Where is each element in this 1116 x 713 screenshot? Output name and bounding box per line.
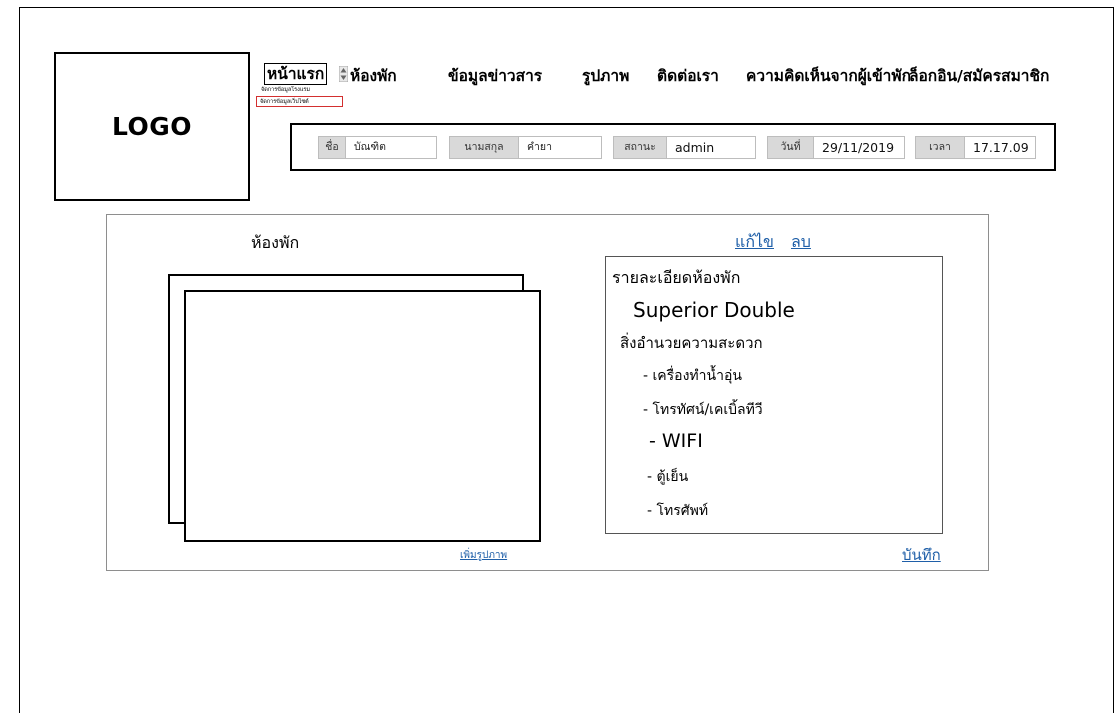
spinner-arrows-icon[interactable] xyxy=(339,66,348,82)
facility-item: - เครื่องทำน้ำอุ่น xyxy=(643,368,742,384)
facilities-heading: สิ่งอำนวยความสะดวก xyxy=(620,334,763,352)
submenu-item-website[interactable]: จัดการข้อมูลเว็บไซต์ xyxy=(256,96,343,107)
nav-login-register[interactable]: ล็อกอิน/สมัครสมาชิก xyxy=(909,63,1049,88)
facility-item: - ตู้เย็น xyxy=(647,469,689,485)
status-field[interactable]: admin xyxy=(666,136,756,159)
nav-gallery[interactable]: รูปภาพ xyxy=(582,63,629,88)
submenu-item-hotel[interactable]: จัดการข้อมูลโรงแรม xyxy=(258,85,340,96)
logo-text: LOGO xyxy=(111,112,193,141)
time-label: เวลา xyxy=(915,136,965,159)
save-link[interactable]: บันทึก xyxy=(902,543,941,567)
room-image-front[interactable] xyxy=(184,290,541,542)
nav-news[interactable]: ข้อมูลข่าวสาร xyxy=(448,63,542,88)
home-submenu: จัดการข้อมูลโรงแรม จัดการข้อมูลเว็บไซต์ xyxy=(256,85,343,107)
add-photo-link[interactable]: เพิ่มรูปภาพ xyxy=(460,548,507,563)
nav-reviews[interactable]: ความคิดเห็นจากผู้เข้าพัก xyxy=(746,63,911,88)
edit-link[interactable]: แก้ไข xyxy=(735,230,774,255)
date-label: วันที่ xyxy=(767,136,814,159)
user-info-bar: ชื่อ บัณฑิต นามสกุล คำยา สถานะ admin วัน… xyxy=(290,123,1056,171)
surname-label: นามสกุล xyxy=(449,136,519,159)
room-section-title: ห้องพัก xyxy=(251,233,300,252)
nav-rooms[interactable]: ห้องพัก xyxy=(350,63,397,88)
time-field[interactable]: 17.17.09 xyxy=(964,136,1036,159)
facility-item: - โทรทัศน์/เคเบิ้ลทีวี xyxy=(643,402,763,418)
room-detail-heading: รายละเอียดห้องพัก xyxy=(612,268,741,287)
logo: LOGO xyxy=(54,52,250,201)
status-label: สถานะ xyxy=(613,136,667,159)
date-field[interactable]: 29/11/2019 xyxy=(813,136,905,159)
nav-home[interactable]: หน้าแรก xyxy=(264,63,328,85)
facility-item: - โทรศัพท์ xyxy=(647,503,709,519)
name-label: ชื่อ xyxy=(318,136,346,159)
facility-item: - WIFI xyxy=(649,430,703,452)
nav-contact[interactable]: ติดต่อเรา xyxy=(657,63,719,88)
surname-field[interactable]: คำยา xyxy=(518,136,602,159)
delete-link[interactable]: ลบ xyxy=(791,230,811,255)
room-name: Superior Double xyxy=(633,298,795,322)
name-field[interactable]: บัณฑิต xyxy=(345,136,437,159)
